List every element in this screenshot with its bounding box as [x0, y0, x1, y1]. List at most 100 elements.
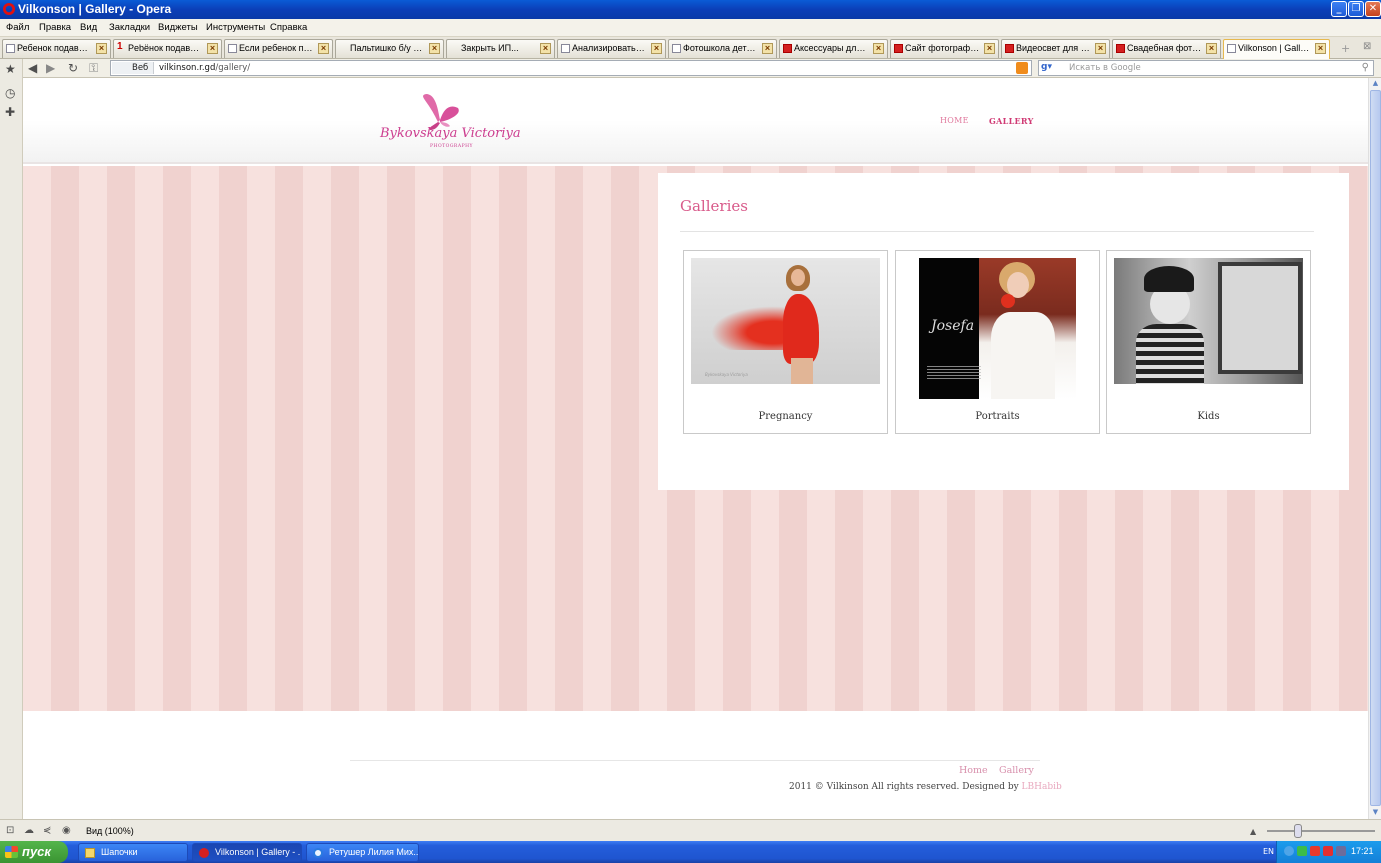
tab[interactable]: Сайт фотографа. ... ×	[890, 39, 999, 58]
network-icon[interactable]	[1284, 846, 1294, 856]
wand-icon[interactable]: ⚿	[89, 62, 98, 74]
designer-link[interactable]: LBHabib	[1022, 782, 1062, 792]
photo-script-title: Josefa	[931, 318, 975, 334]
page-favicon-icon	[1116, 44, 1125, 53]
forward-icon[interactable]: ▶	[46, 62, 55, 74]
tab-close-icon[interactable]: ×	[1315, 43, 1326, 54]
tab-close-icon[interactable]: ×	[873, 43, 884, 54]
tab-close-icon[interactable]: ×	[540, 43, 551, 54]
panel-toggle-icon[interactable]: ⊡	[6, 825, 14, 836]
tab[interactable]: Аксессуары для св... ×	[779, 39, 888, 58]
gallery-caption[interactable]: Kids	[1107, 411, 1310, 422]
address-field[interactable]: Веб vilkinson.r.gd/gallery/	[110, 60, 1032, 76]
tab[interactable]: Если ребенок пода... ×	[224, 39, 333, 58]
tab-close-icon[interactable]: ×	[318, 43, 329, 54]
gallery-card-portraits[interactable]: Josefa Portraits	[895, 250, 1100, 434]
gallery-caption[interactable]: Portraits	[896, 411, 1099, 422]
volume-icon[interactable]	[1336, 846, 1346, 856]
tab-close-icon[interactable]: ×	[762, 43, 773, 54]
kids-thumbnail[interactable]	[1114, 258, 1303, 384]
vertical-scrollbar[interactable]: ▲ ▼	[1368, 78, 1381, 819]
rss-icon[interactable]	[1016, 62, 1028, 74]
scroll-thumb[interactable]	[1370, 90, 1381, 806]
address-url[interactable]: vilkinson.r.gd/gallery/	[159, 63, 250, 73]
google-search-icon[interactable]: g▾	[1041, 62, 1063, 74]
opera-icon	[199, 848, 209, 858]
history-clock-icon[interactable]: ◷	[5, 86, 15, 100]
tab-close-icon[interactable]: ×	[651, 43, 662, 54]
nav-home-link[interactable]: HOME	[940, 116, 969, 125]
menu-view[interactable]: Вид	[80, 22, 97, 33]
tab-label: Фотошкола детск...	[683, 43, 758, 53]
tab-label: Пальтишко б/у в о...	[350, 43, 425, 53]
tab-active[interactable]: Vilkonson | Gallery ×	[1223, 39, 1330, 59]
tab[interactable]: Анализировать те... ×	[557, 39, 666, 58]
gallery-card-kids[interactable]: Kids	[1106, 250, 1311, 434]
search-icon[interactable]: ⚲	[1362, 62, 1369, 73]
taskbar-item[interactable]: Шапочки	[78, 843, 188, 862]
turbo-icon[interactable]: ◉	[62, 825, 71, 836]
page-favicon-icon	[561, 44, 570, 53]
unite-icon[interactable]: ☁	[24, 825, 34, 836]
tab-close-icon[interactable]: ×	[207, 43, 218, 54]
maximize-button[interactable]: ❐	[1348, 1, 1364, 17]
search-field[interactable]: g▾ Искать в Google ⚲	[1038, 60, 1374, 76]
back-icon[interactable]: ◀	[28, 62, 37, 74]
new-tab-icon[interactable]: +	[1341, 42, 1350, 55]
menu-tools[interactable]: Инструменты	[206, 22, 265, 33]
gallery-caption[interactable]: Pregnancy	[684, 411, 887, 422]
site-logo[interactable]: Bykovskaya Victoriya PHOTOGRAPHY	[378, 90, 521, 158]
language-indicator[interactable]: EN	[1263, 847, 1274, 856]
tab[interactable]: Закрыть ИП... ×	[446, 39, 555, 58]
close-window-button[interactable]: ✕	[1365, 1, 1381, 17]
clock: 17:21	[1351, 846, 1374, 856]
tab-close-icon[interactable]: ×	[1095, 43, 1106, 54]
footer-divider	[350, 760, 1040, 761]
butterfly-logo-icon	[423, 94, 459, 130]
scroll-down-icon[interactable]: ▼	[1370, 807, 1381, 818]
pregnancy-thumbnail[interactable]: Bykovskaya Victoriya	[691, 258, 880, 384]
menu-edit[interactable]: Правка	[39, 22, 71, 33]
tab[interactable]: Фотошкола детск... ×	[668, 39, 777, 58]
taskbar-item-active[interactable]: Vilkonson | Gallery - ...	[192, 843, 302, 862]
tab-label: Рebёнок подавилс...	[128, 43, 203, 53]
menu-widgets[interactable]: Виджеты	[158, 22, 198, 33]
ati-icon[interactable]	[1310, 846, 1320, 856]
footer-home-link[interactable]: Home	[959, 765, 988, 776]
tab[interactable]: Свадебная фотосе... ×	[1112, 39, 1221, 58]
add-panel-icon[interactable]: ✚	[5, 105, 15, 119]
tab[interactable]: Пальтишко б/у в о... ×	[335, 39, 444, 58]
zoom-arrow-icon[interactable]: ▲	[1250, 827, 1256, 836]
tab-close-icon[interactable]: ×	[429, 43, 440, 54]
portraits-thumbnail[interactable]: Josefa	[919, 258, 1076, 399]
start-button[interactable]: пуск	[0, 841, 68, 863]
tab-label: Ребенок подавилс...	[17, 43, 92, 53]
minimize-button[interactable]: _	[1331, 1, 1347, 17]
page-favicon-icon	[894, 44, 903, 53]
menu-help[interactable]: Справка	[270, 22, 307, 33]
antivirus-icon[interactable]	[1297, 846, 1307, 856]
scroll-up-icon[interactable]: ▲	[1370, 78, 1381, 89]
zoom-slider[interactable]	[1267, 824, 1375, 838]
taskbar-item[interactable]: Ретушер Лилия Мих...	[306, 843, 419, 862]
closed-tabs-icon[interactable]: ⊠	[1363, 41, 1371, 52]
tab[interactable]: Ребенок подавилс... ×	[2, 39, 111, 58]
tab[interactable]: 1 Рebёнок подавилс... ×	[113, 39, 222, 58]
share-icon[interactable]: ⋞	[43, 825, 51, 836]
reload-icon[interactable]: ↻	[68, 62, 78, 74]
nav-gallery-link[interactable]: GALLERY	[989, 116, 1034, 126]
footer-gallery-link[interactable]: Gallery	[999, 765, 1034, 776]
bookmarks-star-icon[interactable]: ★	[5, 62, 16, 76]
zoom-label[interactable]: Вид (100%)	[86, 826, 134, 836]
tab-close-icon[interactable]: ×	[984, 43, 995, 54]
gallery-card-pregnancy[interactable]: Bykovskaya Victoriya Pregnancy	[683, 250, 888, 434]
tab-close-icon[interactable]: ×	[96, 43, 107, 54]
status-bar: ⊡ ☁ ⋞ ◉ Вид (100%) ▲	[0, 819, 1381, 841]
alert-icon[interactable]	[1323, 846, 1333, 856]
tab-close-icon[interactable]: ×	[1206, 43, 1217, 54]
tab[interactable]: Видеосвет для фо... ×	[1001, 39, 1110, 58]
menu-bookmarks[interactable]: Закладки	[109, 22, 150, 33]
zoom-slider-knob[interactable]	[1294, 824, 1302, 838]
logo-sub: PHOTOGRAPHY	[430, 144, 473, 149]
menu-file[interactable]: Файл	[6, 22, 29, 33]
